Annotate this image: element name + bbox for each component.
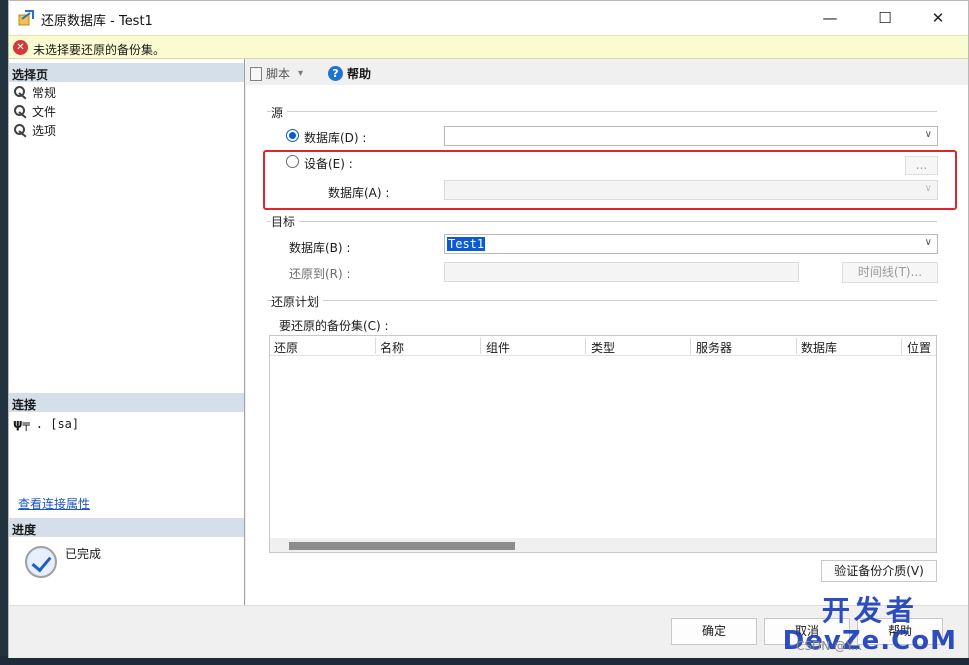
wrench-icon — [13, 123, 29, 137]
restore-database-icon — [18, 10, 34, 26]
maximize-button[interactable]: ☐ — [859, 1, 911, 35]
page-item-options[interactable]: 选项 — [13, 121, 56, 139]
column-separator[interactable] — [480, 338, 481, 354]
horizontal-scrollbar[interactable] — [270, 538, 936, 552]
page-item-general[interactable]: 常规 — [13, 83, 56, 101]
script-label: 脚本 — [266, 67, 291, 81]
column-header-database[interactable]: 数据库 — [801, 339, 837, 356]
select-page-header: 选择页 — [9, 63, 244, 82]
error-message: 未选择要还原的备份集。 — [33, 43, 166, 57]
source-group-title: 源 — [271, 104, 288, 121]
target-group-title: 目标 — [271, 213, 300, 230]
verify-backup-media-button[interactable]: 验证备份介质(V) — [821, 560, 937, 582]
backup-sets-grid[interactable]: 还原 名称 组件 类型 服务器 数据库 位置 — [269, 335, 937, 553]
left-panel: 选择页 常规 文件 选项 连接 ψ╤ . [sa] 查看连接属性 进度 已完成 — [9, 59, 245, 605]
chevron-down-icon: ∨ — [924, 237, 932, 248]
close-button[interactable]: ✕ — [912, 1, 964, 35]
grid-header: 还原 名称 组件 类型 服务器 数据库 位置 — [270, 336, 936, 356]
watermark-line1: 开发者 — [821, 594, 918, 627]
connection-header: 连接 — [9, 393, 244, 412]
progress-status: 已完成 — [65, 547, 102, 561]
backup-sets-label: 要还原的备份集(C) : — [279, 319, 389, 333]
column-header-location[interactable]: 位置 — [907, 339, 931, 356]
column-header-type[interactable]: 类型 — [591, 339, 615, 356]
ok-button[interactable]: 确定 — [671, 618, 757, 645]
minimize-button[interactable]: — — [804, 1, 856, 35]
connection-icon: ψ╤ — [13, 417, 30, 431]
column-separator[interactable] — [375, 338, 376, 354]
page-item-label: 常规 — [32, 85, 57, 100]
restore-plan-divider — [267, 300, 937, 301]
page-item-files[interactable]: 文件 — [13, 102, 56, 120]
complete-check-icon — [25, 546, 57, 578]
source-group-divider — [267, 111, 937, 112]
column-separator[interactable] — [796, 338, 797, 354]
column-header-component[interactable]: 组件 — [486, 339, 510, 356]
restore-to-label: 还原到(R) : — [289, 267, 351, 281]
help-icon: ? — [328, 66, 343, 81]
target-database-combo[interactable]: Test1 ∨ — [444, 234, 938, 254]
connection-info: ψ╤ . [sa] — [13, 415, 79, 433]
chevron-down-icon: ∨ — [924, 129, 932, 140]
error-message-bar: ✕ 未选择要还原的备份集。 — [9, 35, 968, 59]
toolbar: 脚本 ▾ ? 帮助 — [246, 61, 968, 85]
progress-header: 进度 — [9, 518, 244, 537]
restore-to-field[interactable] — [444, 262, 799, 282]
column-header-name[interactable]: 名称 — [380, 339, 404, 356]
target-database-label: 数据库(B) : — [289, 241, 351, 255]
help-toolbar-button[interactable]: ? 帮助 — [328, 65, 371, 82]
restore-plan-title: 还原计划 — [271, 293, 324, 310]
source-database-combo[interactable]: ∨ — [444, 126, 938, 146]
wrench-icon — [13, 85, 29, 99]
error-icon: ✕ — [13, 40, 28, 55]
script-button[interactable]: 脚本 ▾ — [250, 65, 303, 82]
view-connection-properties-link[interactable]: 查看连接属性 — [18, 495, 90, 512]
source-database-label: 数据库(D) : — [304, 131, 367, 145]
source-database-radio[interactable] — [286, 129, 299, 142]
timeline-button[interactable]: 时间线(T)... — [842, 262, 938, 283]
connection-value: . [sa] — [35, 417, 80, 431]
help-label: 帮助 — [347, 67, 372, 81]
csdn-watermark: CSDN @Y... — [796, 639, 863, 653]
restore-database-dialog: 还原数据库 - Test1 — ☐ ✕ ✕ 未选择要还原的备份集。 选择页 常规… — [8, 0, 969, 658]
target-group-divider — [267, 221, 937, 222]
wrench-icon — [13, 104, 29, 118]
scrollbar-thumb[interactable] — [289, 542, 515, 550]
title-bar: 还原数据库 - Test1 — ☐ ✕ — [9, 1, 968, 35]
column-separator[interactable] — [901, 338, 902, 354]
highlight-annotation-box — [263, 150, 957, 210]
window-title: 还原数据库 - Test1 — [41, 14, 153, 29]
chevron-down-icon[interactable]: ▾ — [298, 68, 303, 79]
column-header-server[interactable]: 服务器 — [696, 339, 732, 356]
page-item-label: 选项 — [32, 123, 57, 138]
column-header-restore[interactable]: 还原 — [274, 339, 298, 356]
target-database-value: Test1 — [447, 237, 486, 251]
column-separator[interactable] — [585, 338, 586, 354]
script-icon — [250, 66, 262, 81]
column-separator[interactable] — [690, 338, 691, 354]
page-item-label: 文件 — [32, 104, 57, 119]
